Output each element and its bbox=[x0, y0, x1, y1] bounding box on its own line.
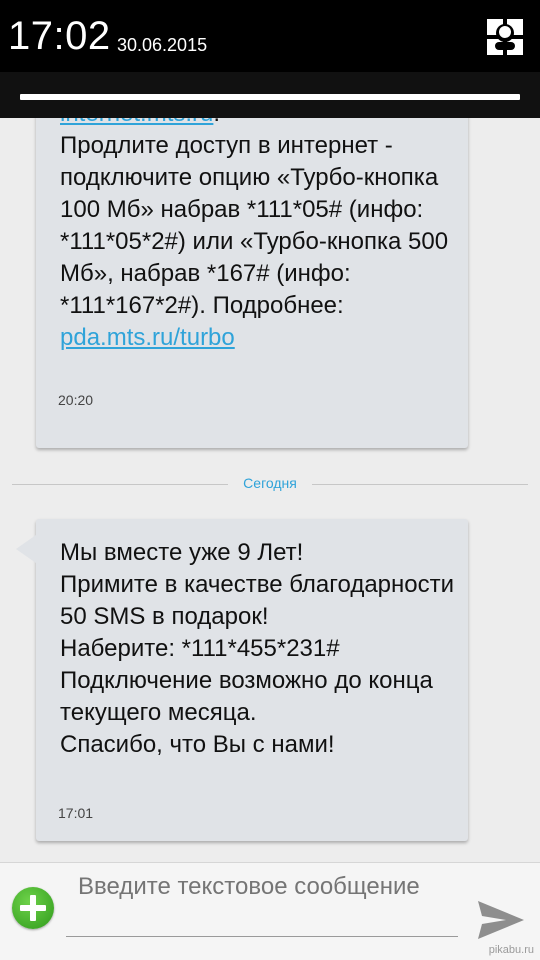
watermark: pikabu.ru bbox=[488, 944, 534, 956]
message-text: internet.mts.ru. Продлите доступ в интер… bbox=[60, 118, 456, 354]
quick-settings-icon[interactable] bbox=[486, 18, 524, 56]
message-link[interactable]: pda.mts.ru/turbo bbox=[60, 324, 235, 351]
message-text: Мы вместе уже 9 Лет! Примите в качестве … bbox=[60, 539, 455, 758]
message-time: 20:20 bbox=[58, 392, 94, 408]
divider-line bbox=[312, 484, 528, 485]
status-bar: 17:02 30.06.2015 bbox=[0, 0, 540, 72]
date-divider: Сегодня bbox=[12, 475, 528, 491]
status-date: 30.06.2015 bbox=[117, 35, 208, 55]
composer-bar: pikabu.ru bbox=[0, 862, 540, 960]
plus-icon bbox=[20, 905, 46, 911]
message-body: . Продлите доступ в интернет - подключит… bbox=[60, 118, 449, 319]
message-bubble[interactable]: Мы вместе уже 9 Лет! Примите в качестве … bbox=[16, 519, 468, 841]
message-input[interactable] bbox=[66, 871, 458, 937]
message-time: 17:01 bbox=[58, 805, 94, 821]
message-thread[interactable]: internet.mts.ru. Продлите доступ в интер… bbox=[0, 118, 540, 862]
message-bubble[interactable]: internet.mts.ru. Продлите доступ в интер… bbox=[36, 118, 468, 448]
message-link[interactable]: internet.mts.ru bbox=[60, 118, 213, 127]
add-attachment-button[interactable] bbox=[12, 887, 54, 929]
notification-shade[interactable] bbox=[0, 72, 540, 118]
date-divider-label: Сегодня bbox=[243, 475, 297, 491]
status-time: 17:02 bbox=[8, 14, 111, 58]
shade-handle[interactable] bbox=[20, 94, 520, 100]
send-icon[interactable] bbox=[472, 897, 528, 943]
bubble-tail bbox=[16, 535, 36, 563]
